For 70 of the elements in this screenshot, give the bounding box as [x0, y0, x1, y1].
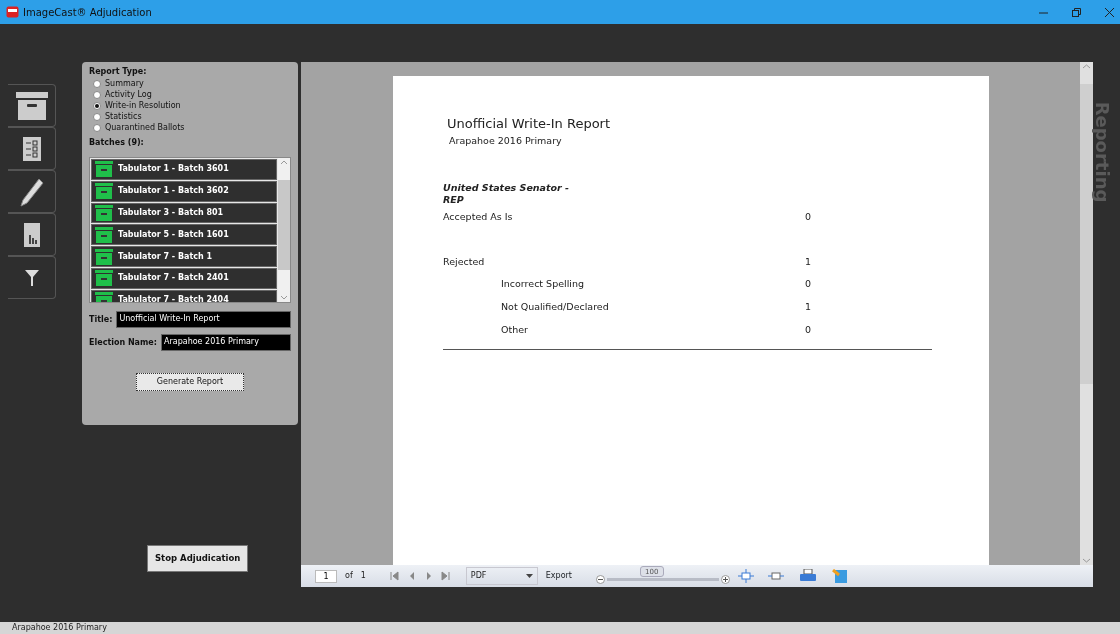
report-type-label: Report Type:	[89, 66, 148, 78]
app-logo-icon	[6, 6, 19, 18]
box-icon	[95, 183, 113, 200]
box-icon	[95, 226, 113, 243]
contest-name: United States Senator - REP	[443, 181, 571, 206]
batch-item[interactable]: Tabulator 5 - Batch 1601	[91, 224, 277, 246]
box-icon	[95, 161, 113, 178]
batch-item[interactable]: Tabulator 7 - Batch 2401	[91, 268, 277, 289]
checklist-icon	[22, 136, 41, 161]
side-tab[interactable]	[8, 84, 56, 127]
fit-page-icon	[738, 569, 754, 583]
row-value: 0	[805, 209, 813, 224]
box-icon	[95, 248, 113, 265]
row-value: 1	[805, 300, 813, 315]
first-page-icon	[389, 571, 399, 581]
row-label: Other	[501, 322, 528, 337]
bar-chart-icon	[23, 222, 40, 247]
export-format-dropdown[interactable]: PDF	[465, 567, 538, 585]
row-value: 0	[805, 277, 813, 292]
side-tab[interactable]	[8, 127, 56, 170]
row-label: Accepted As Is	[443, 209, 513, 224]
batch-item[interactable]: Tabulator 3 - Batch 801	[91, 202, 277, 224]
side-tab[interactable]	[8, 256, 56, 299]
scrollbar[interactable]	[1080, 62, 1093, 565]
title-label: Title:	[89, 313, 113, 326]
page-settings-icon	[832, 569, 848, 583]
fit-width-icon	[768, 571, 784, 581]
export-button[interactable]: Export	[545, 570, 572, 582]
row-value: 1	[805, 254, 813, 269]
filter-icon	[24, 269, 39, 286]
generate-report-button[interactable]: Generate Report	[135, 373, 245, 391]
stop-adjudication-button[interactable]: Stop Adjudication	[147, 545, 249, 572]
window-title: ImageCast® Adjudication	[23, 5, 152, 20]
last-page-icon	[440, 571, 450, 581]
radio-option[interactable]: Activity Log	[93, 89, 291, 100]
status-bar-text: Arapahoe 2016 Primary	[0, 622, 1120, 634]
row-label: Not Qualified/Declared	[501, 300, 609, 315]
report-title: Unofficial Write-In Report	[447, 115, 612, 133]
report-subtitle: Arapahoe 2016 Primary	[449, 133, 563, 148]
election-name-field[interactable]: Arapahoe 2016 Primary	[161, 334, 291, 351]
side-tab[interactable]	[8, 170, 56, 213]
page-of-label: of	[345, 570, 353, 582]
radio-option[interactable]: Statistics	[93, 111, 291, 122]
box-icon	[95, 205, 113, 221]
radio-option[interactable]: Write-in Resolution	[93, 100, 291, 111]
print-icon	[800, 569, 816, 583]
batch-item[interactable]: Tabulator 1 - Batch 3601	[91, 159, 277, 180]
side-tab[interactable]	[8, 213, 56, 256]
radio-option[interactable]: Summary	[93, 78, 291, 89]
close-icon	[1105, 7, 1114, 17]
batch-item[interactable]: Tabulator 7 - Batch 1	[91, 246, 277, 267]
scrollbar[interactable]	[278, 158, 290, 302]
zoom-out-icon	[596, 575, 605, 584]
batch-item[interactable]: Tabulator 1 - Batch 3602	[91, 180, 277, 202]
row-label: Rejected	[443, 254, 485, 269]
page-count: 1	[360, 570, 366, 582]
row-value: 0	[805, 322, 813, 337]
batch-item[interactable]: Tabulator 7 - Batch 2404	[91, 289, 277, 302]
caret-icon	[525, 574, 533, 578]
row-label: Incorrect Spelling	[501, 277, 584, 292]
pencil-icon	[19, 176, 44, 207]
batches-label: Batches (9):	[89, 137, 145, 149]
restore-icon	[1072, 7, 1081, 17]
page-number-field[interactable]: 1	[315, 569, 337, 583]
box-icon	[95, 270, 113, 287]
archive-icon	[14, 90, 49, 121]
radio-option[interactable]: Quarantined Ballots	[93, 122, 291, 133]
zoom-in-icon	[721, 575, 730, 584]
title-field[interactable]: Unofficial Write-In Report	[116, 311, 291, 328]
election-name-label: Election Name:	[89, 336, 157, 349]
